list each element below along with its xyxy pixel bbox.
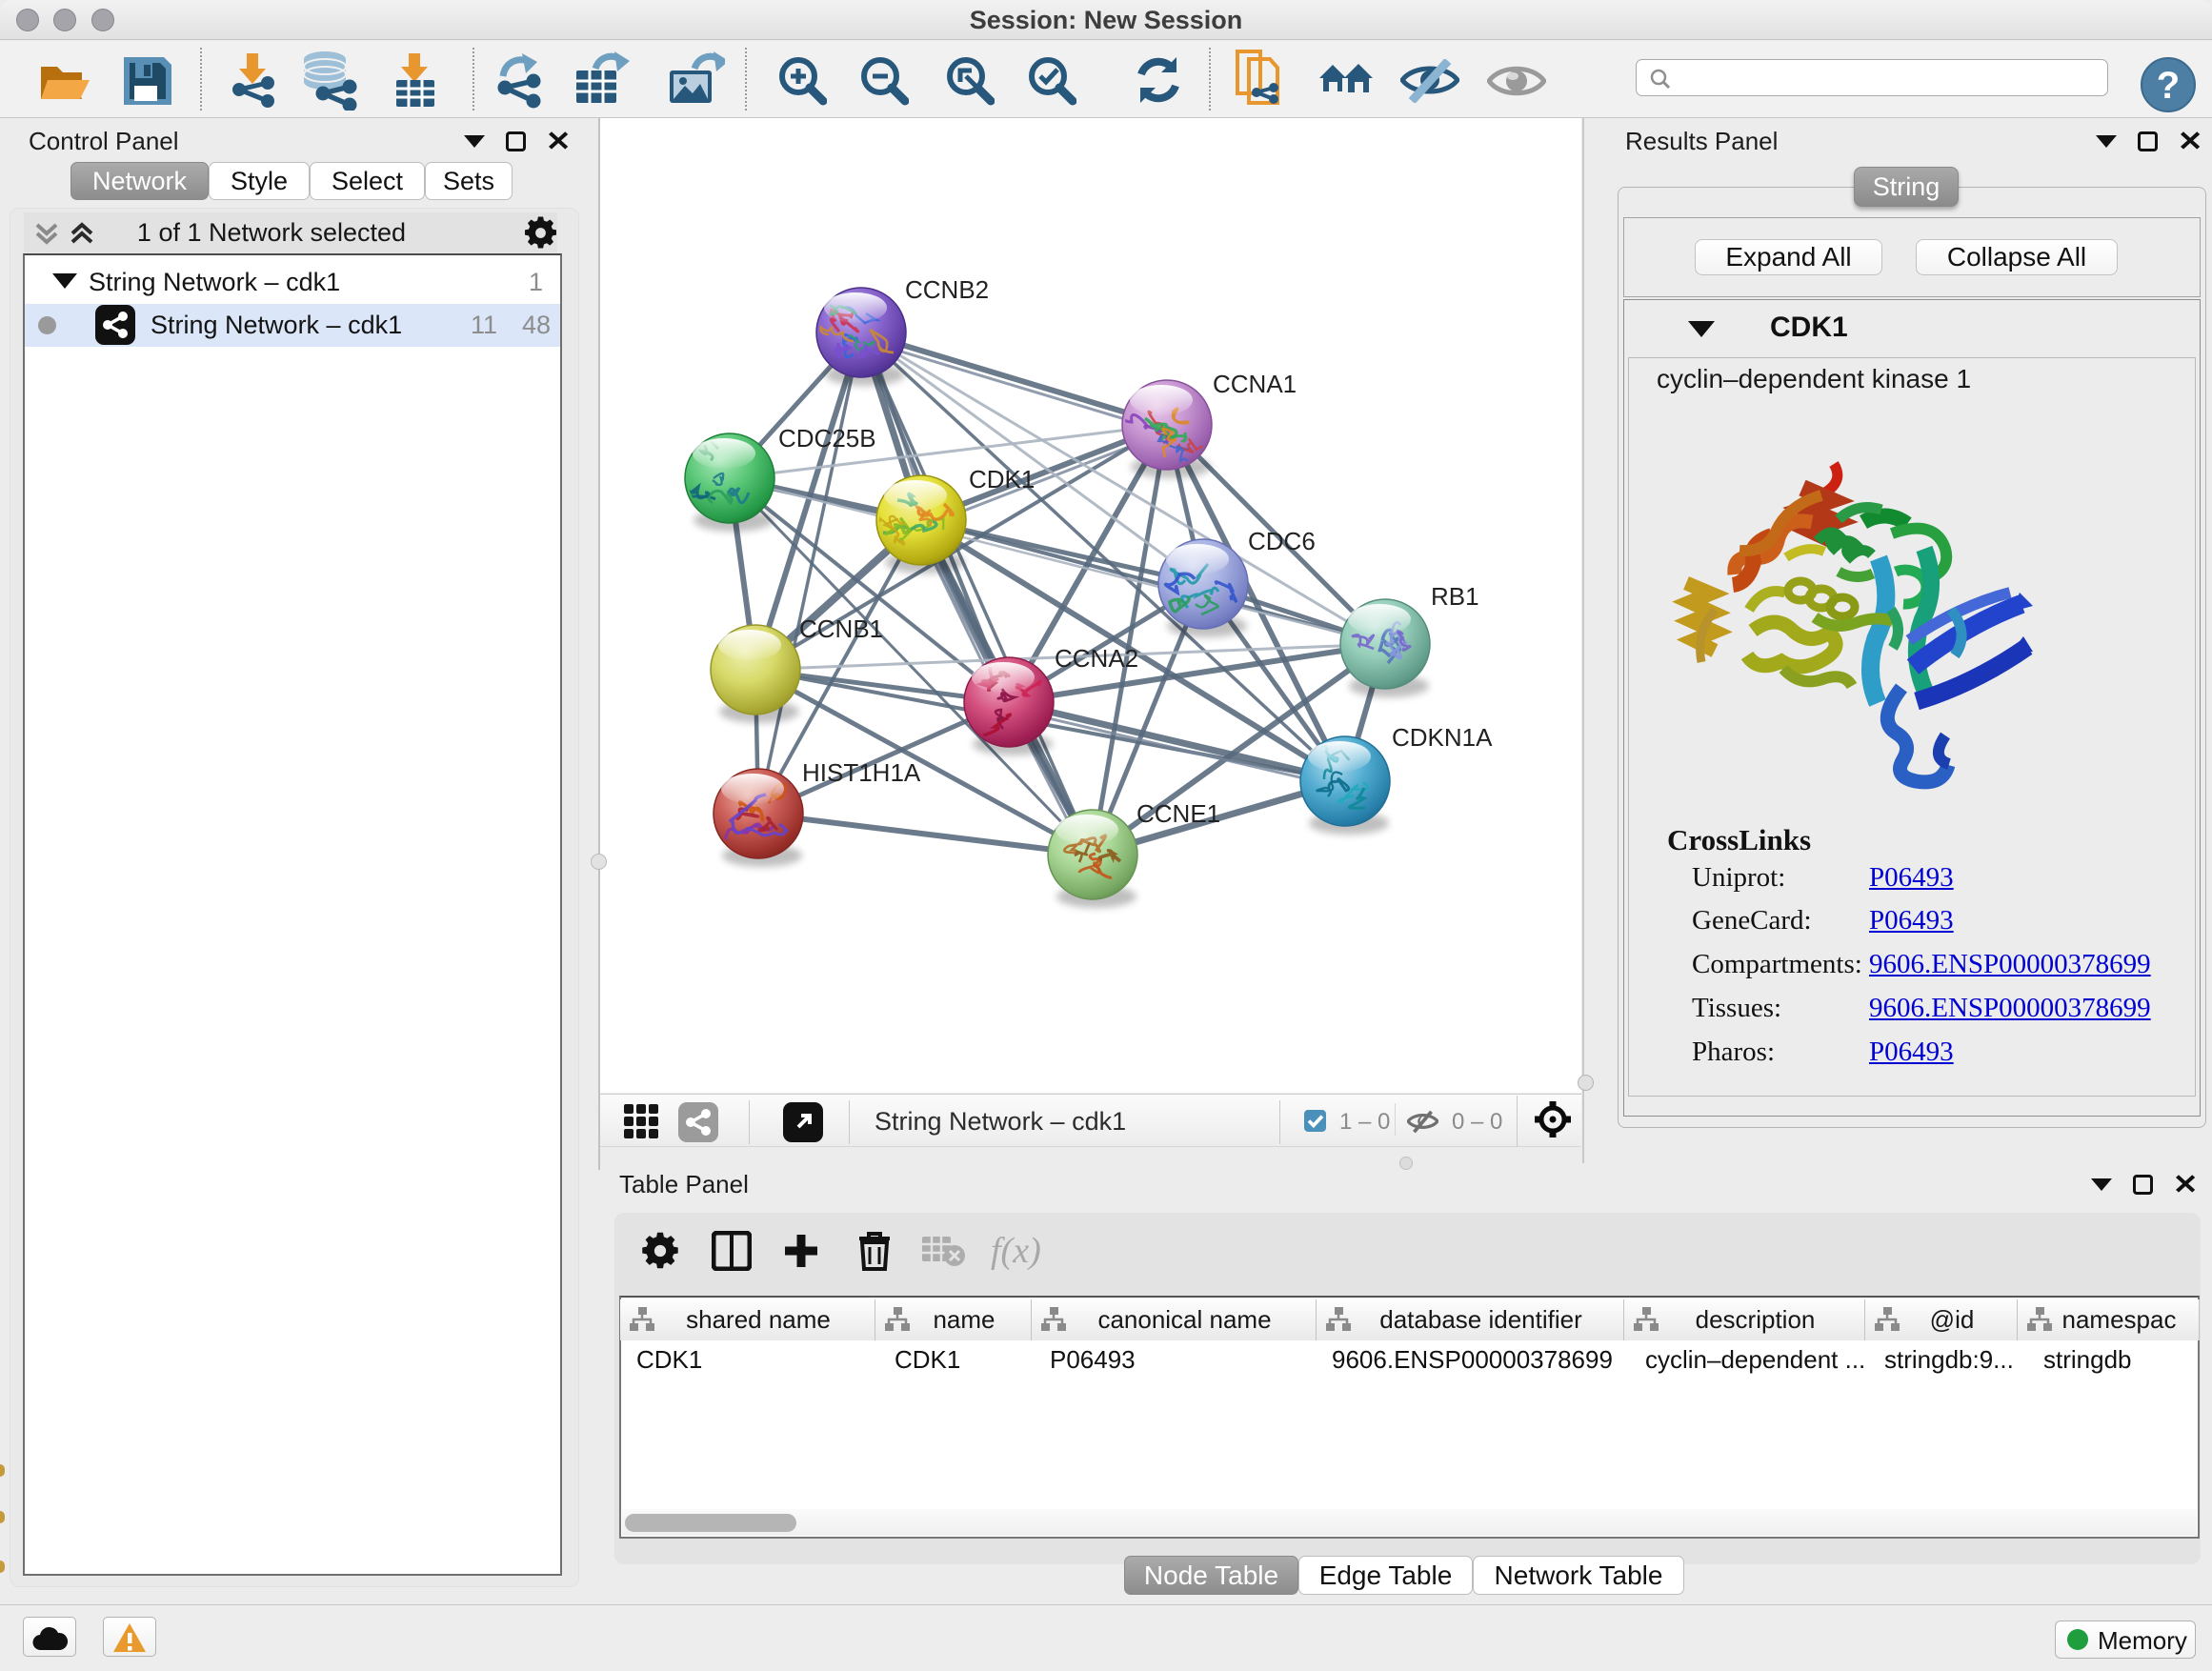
svg-text:CCNA2: CCNA2 <box>1055 644 1138 673</box>
svg-text:CDC25B: CDC25B <box>778 424 876 453</box>
svg-text:CCNE1: CCNE1 <box>1136 799 1220 828</box>
svg-text:HIST1H1A: HIST1H1A <box>802 758 921 787</box>
svg-text:CDC6: CDC6 <box>1248 527 1316 555</box>
svg-text:CCNB2: CCNB2 <box>905 275 989 304</box>
svg-text:CCNB1: CCNB1 <box>799 614 883 643</box>
svg-text:CDK1: CDK1 <box>969 465 1035 493</box>
svg-text:RB1: RB1 <box>1431 582 1479 611</box>
svg-text:CDKN1A: CDKN1A <box>1392 723 1493 752</box>
svg-text:CCNA1: CCNA1 <box>1213 370 1297 398</box>
